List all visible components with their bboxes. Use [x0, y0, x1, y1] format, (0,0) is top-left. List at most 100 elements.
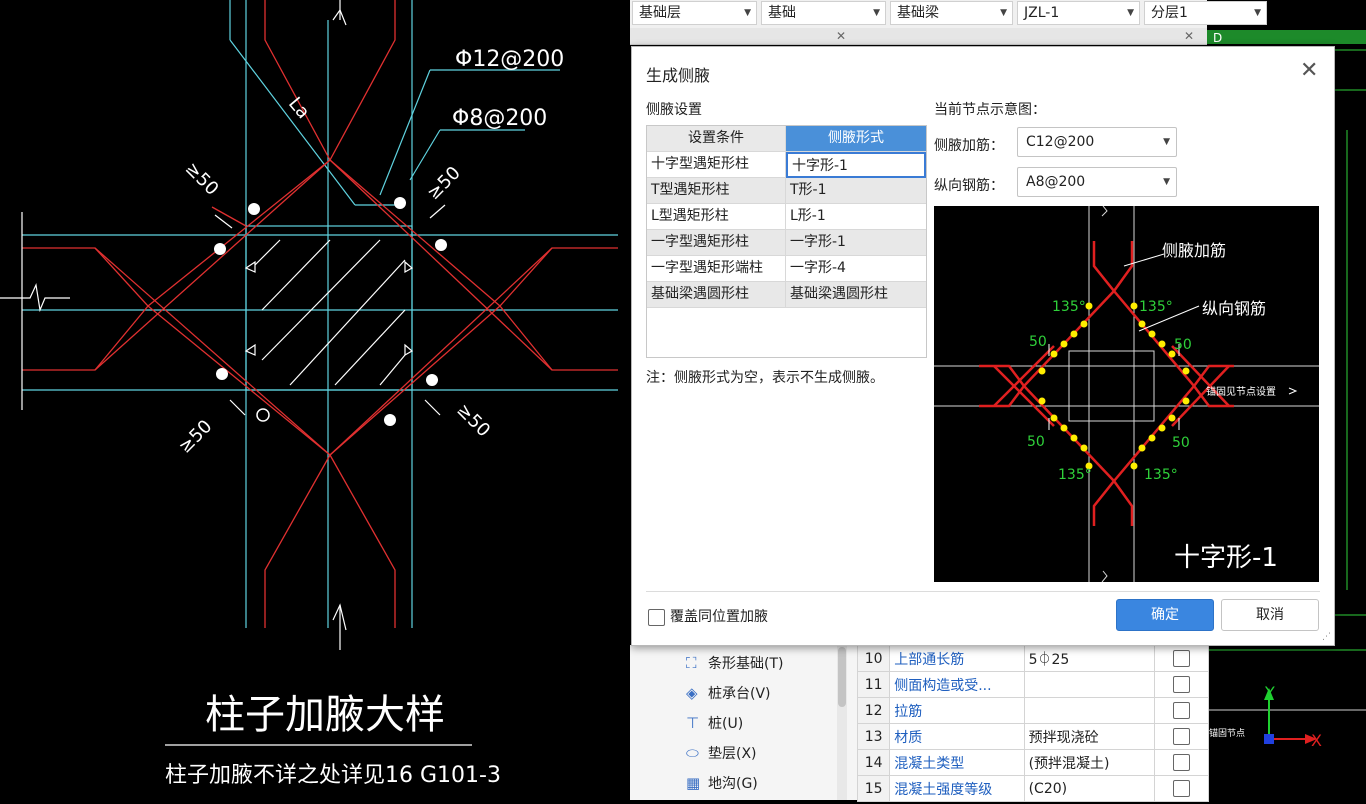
cad-drawing-left[interactable]: Φ12@200 Φ8@200 La ≥50 ≥50 ≥50 ≥50 柱子加腋大样… [0, 0, 630, 800]
row-checkbox[interactable] [1172, 650, 1190, 667]
ok-button[interactable]: 确定 [1116, 599, 1214, 631]
table-row: 15 混凝土强度等级 (C20) [856, 775, 1210, 802]
haunch-settings-grid: 设置条件 侧腋形式 十字型遇矩形柱 十字形-1 T型遇矩形柱 T形-1 L型遇矩… [646, 125, 927, 358]
anchor-note: 锚固见节点设置 [1206, 386, 1276, 398]
grid-header-row: 设置条件 侧腋形式 [647, 126, 926, 152]
strip-foundation-icon: ⛶ [686, 654, 697, 672]
row-checkbox[interactable] [1172, 702, 1190, 719]
dialog-title: 生成侧腋 [646, 66, 711, 85]
rebar-dot [1080, 320, 1088, 328]
rebar-dot [1070, 434, 1078, 442]
angle-label: 135° [1058, 467, 1092, 483]
column-haunch-detail-drawing: Φ12@200 Φ8@200 La ≥50 ≥50 ≥50 ≥50 柱子加腋大样… [0, 0, 618, 788]
panel-header-strip: ✕ ✕ [630, 28, 1207, 45]
rebar-dot [216, 368, 228, 380]
drawing-subtitle: 柱子加腋不详之处详见16 G101-3 [165, 763, 501, 788]
selected-cell[interactable]: 十字形-1 [786, 152, 926, 178]
row-checkbox[interactable] [1172, 780, 1190, 797]
rebar-dot [1182, 397, 1190, 405]
rebar-dot [1130, 302, 1138, 310]
row-checkbox[interactable] [1172, 728, 1190, 745]
floor-combo[interactable]: 基础层 ▼ [632, 1, 757, 25]
rebar-dot [1138, 320, 1146, 328]
rebar-dot [1050, 350, 1058, 358]
side-rebar-dropdown[interactable]: C12@200 ▼ [1017, 127, 1177, 157]
close-icon[interactable]: ✕ [1300, 58, 1318, 83]
rebar-label-1: Φ12@200 [455, 47, 564, 72]
checkbox-box[interactable] [648, 608, 665, 626]
dim-label: 50 [1174, 337, 1192, 353]
long-rebar-label: 纵向钢筋： [934, 178, 1004, 194]
element-type-combo[interactable]: 基础梁 ▼ [890, 1, 1013, 25]
node-diagram-svg: 侧腋加筋 纵向钢筋 135° 135° 135° 135° 50 50 50 5… [934, 205, 1319, 583]
table-row: 12 拉筋 [856, 697, 1210, 724]
rebar-dot [248, 203, 260, 215]
table-row: 13 材质 预拌现浇砼 [856, 723, 1210, 750]
cancel-button[interactable]: 取消 [1221, 599, 1319, 631]
rebar-dot [1038, 367, 1046, 375]
drawing-title: 柱子加腋大样 [205, 692, 445, 738]
dropdown-arrow-icon: ▼ [1000, 8, 1007, 18]
properties-table: 10 上部通长筋 5⏀25 11 侧面构造或受... 12 拉筋 13 材质 预拌现浇砼 1… [856, 645, 1210, 802]
note-text: 注：侧腋形式为空，表示不生成侧腋。 [646, 370, 884, 386]
dim-label: ≥50 [175, 416, 217, 458]
rebar-dot [1130, 462, 1138, 470]
rebar-dot [435, 239, 447, 251]
table-row: 11 侧面构造或受... [856, 671, 1210, 698]
rebar-dot [214, 243, 226, 255]
rebar-dot [1168, 414, 1176, 422]
row-checkbox[interactable] [1172, 676, 1190, 693]
grid-row: 一字型遇矩形端柱 一字形-4 [647, 256, 926, 282]
grid-header-form[interactable]: 侧腋形式 [786, 126, 926, 152]
rebar-dot [256, 408, 270, 422]
rebar-dot [1148, 434, 1156, 442]
dropdown-arrow-icon: ▼ [744, 8, 751, 18]
side-rebar-label: 侧腋加筋： [934, 138, 1004, 154]
cad-fragment-text: 锚固节点 [1209, 727, 1245, 739]
dim-label: 50 [1027, 434, 1045, 450]
tree-item-pile[interactable]: ⊤ 桩(U) [686, 711, 743, 735]
category-combo[interactable]: 基础 ▼ [761, 1, 886, 25]
rebar-dot [1080, 444, 1088, 452]
grid-row: T型遇矩形柱 T形-1 [647, 178, 926, 204]
grid-header-condition[interactable]: 设置条件 [647, 126, 786, 152]
dim-label: ≥50 [423, 162, 465, 204]
dim-label: 50 [1172, 435, 1190, 451]
dim-label: 50 [1029, 334, 1047, 350]
node-diagram: 侧腋加筋 纵向钢筋 135° 135° 135° 135° 50 50 50 5… [934, 205, 1319, 583]
angle-label: 135° [1139, 299, 1173, 315]
tree-item-trench[interactable]: ▦ 地沟(G) [686, 771, 758, 795]
lower-panels: ⛶ 条形基础(T) ◈ 桩承台(V) ⊤ 桩(U) ⬭ 垫层(X) ▦ 地沟(G) 10 上… [630, 645, 1210, 802]
la-label: La [284, 93, 314, 123]
resize-grip-icon[interactable]: ⋰ [1322, 632, 1331, 642]
rebar-dot [1060, 340, 1068, 348]
layer-combo[interactable]: 分层1 ▼ [1144, 1, 1267, 25]
close-icon[interactable]: ✕ [836, 28, 846, 44]
rebar-dot [1138, 444, 1146, 452]
angle-label: 135° [1052, 299, 1086, 315]
axis-y-label: Y [1264, 683, 1275, 702]
element-name-combo[interactable]: JZL-1 ▼ [1017, 1, 1140, 25]
long-rebar-dropdown[interactable]: A8@200 ▼ [1017, 167, 1177, 197]
pile-icon: ⊤ [686, 714, 700, 732]
cushion-icon: ⬭ [686, 744, 699, 762]
dim-label: ≥50 [181, 158, 223, 200]
dropdown-arrow-icon: ▼ [1127, 8, 1134, 18]
tree-item-cushion[interactable]: ⬭ 垫层(X) [686, 741, 757, 765]
tree-item-strip-foundation[interactable]: ⛶ 条形基础(T) [686, 651, 783, 675]
rebar-dot [1158, 424, 1166, 432]
svg-text:D: D [1213, 31, 1222, 45]
table-row: 10 上部通长筋 5⏀25 [856, 645, 1210, 672]
diagram-name: 十字形-1 [1174, 543, 1278, 573]
scrollbar-thumb[interactable] [838, 647, 846, 707]
rebar-dot [384, 414, 396, 426]
row-checkbox[interactable] [1172, 754, 1190, 771]
tree-scrollbar[interactable] [837, 645, 847, 800]
callout-long-rebar: 纵向钢筋 [1202, 299, 1266, 318]
tree-item-pile-cap[interactable]: ◈ 桩承台(V) [686, 681, 771, 705]
close-icon[interactable]: ✕ [1184, 28, 1194, 44]
rebar-dot [1085, 302, 1093, 310]
trench-icon: ▦ [686, 774, 701, 792]
overwrite-same-position-checkbox[interactable]: 覆盖同位置加腋 [648, 606, 768, 626]
rebar-dot [1148, 330, 1156, 338]
